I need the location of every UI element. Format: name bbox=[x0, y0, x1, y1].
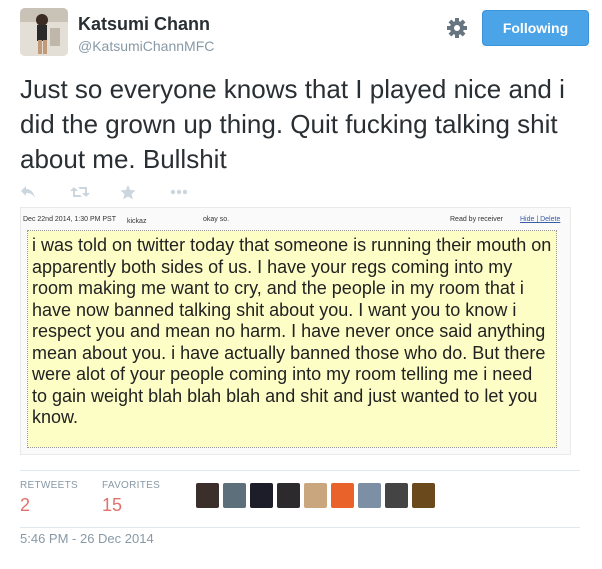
favoriter-avatar[interactable] bbox=[331, 483, 354, 508]
read-status: Read by receiver bbox=[450, 216, 503, 223]
favorite-icon[interactable] bbox=[120, 182, 170, 202]
favorites-label: FAVORITES bbox=[102, 480, 161, 491]
favoriters-list bbox=[196, 483, 439, 508]
message-status: okay so. bbox=[203, 216, 230, 223]
retweet-icon[interactable] bbox=[70, 182, 120, 202]
more-icon[interactable] bbox=[170, 182, 220, 202]
avatar[interactable] bbox=[20, 8, 68, 56]
following-button[interactable]: Following bbox=[482, 10, 589, 46]
favoriter-avatar[interactable] bbox=[223, 483, 246, 508]
favorites-count: 15 bbox=[102, 495, 123, 515]
attached-screenshot[interactable]: Dec 22nd 2014, 1:30 PM PST kickaz okay s… bbox=[20, 207, 571, 455]
favoriter-avatar[interactable] bbox=[250, 483, 273, 508]
tweet-text: Just so everyone knows that I played nic… bbox=[20, 74, 565, 174]
favoriter-avatar[interactable] bbox=[277, 483, 300, 508]
tweet-actions bbox=[20, 182, 220, 204]
hide-delete-links: Hide | Delete bbox=[520, 216, 561, 223]
retweets-label: RETWEETS bbox=[20, 480, 78, 491]
gear-icon[interactable] bbox=[444, 15, 470, 41]
display-name[interactable]: Katsumi Chann bbox=[78, 14, 210, 35]
screen-name[interactable]: @KatsumiChannMFC bbox=[78, 38, 214, 54]
message-user: kickaz bbox=[127, 218, 147, 225]
message-body: i was told on twitter today that someone… bbox=[27, 230, 557, 448]
favorites-stat[interactable]: FAVORITES 15 bbox=[102, 480, 160, 516]
tweet-stats: RETWEETS 2 FAVORITES 15 bbox=[20, 470, 580, 528]
reply-icon[interactable] bbox=[20, 182, 70, 202]
favoriter-avatar[interactable] bbox=[358, 483, 381, 508]
favoriter-avatar[interactable] bbox=[412, 483, 435, 508]
retweets-count: 2 bbox=[20, 495, 31, 515]
message-meta: Dec 22nd 2014, 1:30 PM PST kickaz okay s… bbox=[23, 212, 568, 226]
tweet-header: Katsumi Chann @KatsumiChannMFC Following bbox=[20, 8, 590, 68]
favoriter-avatar[interactable] bbox=[196, 483, 219, 508]
favoriter-avatar[interactable] bbox=[385, 483, 408, 508]
message-date: Dec 22nd 2014, 1:30 PM PST bbox=[23, 216, 116, 223]
favoriter-avatar[interactable] bbox=[304, 483, 327, 508]
retweets-stat[interactable]: RETWEETS 2 bbox=[20, 480, 78, 516]
timestamp[interactable]: 5:46 PM - 26 Dec 2014 bbox=[20, 531, 154, 546]
